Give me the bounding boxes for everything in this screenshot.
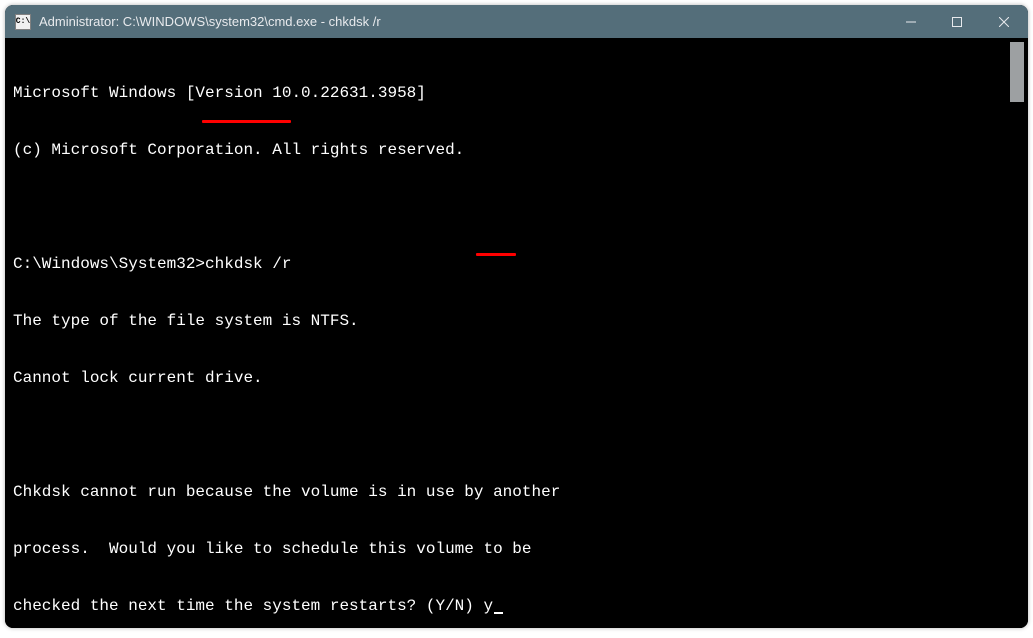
cursor [494, 612, 503, 614]
scrollbar-thumb[interactable] [1010, 42, 1024, 102]
minimize-icon [906, 17, 916, 27]
minimize-button[interactable] [888, 5, 934, 38]
maximize-icon [952, 17, 962, 27]
annotation-underline-command [202, 120, 291, 123]
prompt-line: checked the next time the system restart… [13, 597, 1004, 616]
yn-prompt: checked the next time the system restart… [13, 597, 483, 615]
prompt: C:\Windows\System32> [13, 255, 205, 273]
command-line: C:\Windows\System32>chkdsk /r [13, 255, 1004, 274]
close-button[interactable] [980, 5, 1028, 38]
output-line [13, 198, 1004, 217]
maximize-button[interactable] [934, 5, 980, 38]
output-line: The type of the file system is NTFS. [13, 312, 1004, 331]
terminal-container: Microsoft Windows [Version 10.0.22631.39… [5, 38, 1028, 628]
output-line: (c) Microsoft Corporation. All rights re… [13, 141, 1004, 160]
close-icon [999, 17, 1009, 27]
window-controls [888, 5, 1028, 38]
terminal-output[interactable]: Microsoft Windows [Version 10.0.22631.39… [5, 38, 1010, 628]
output-line: Microsoft Windows [Version 10.0.22631.39… [13, 84, 1004, 103]
output-line [13, 426, 1004, 445]
cmd-icon: C:\ [15, 14, 31, 30]
cmd-icon-text: C:\ [16, 17, 30, 26]
user-answer: y [483, 597, 493, 615]
output-line: Chkdsk cannot run because the volume is … [13, 483, 1004, 502]
titlebar[interactable]: C:\ Administrator: C:\WINDOWS\system32\c… [5, 5, 1028, 38]
typed-command: chkdsk /r [205, 255, 291, 273]
output-line: process. Would you like to schedule this… [13, 540, 1004, 559]
output-line: Cannot lock current drive. [13, 369, 1004, 388]
scrollbar[interactable] [1010, 42, 1024, 628]
annotation-underline-answer [476, 253, 516, 256]
window-title: Administrator: C:\WINDOWS\system32\cmd.e… [39, 14, 888, 29]
cmd-window: C:\ Administrator: C:\WINDOWS\system32\c… [5, 5, 1028, 628]
